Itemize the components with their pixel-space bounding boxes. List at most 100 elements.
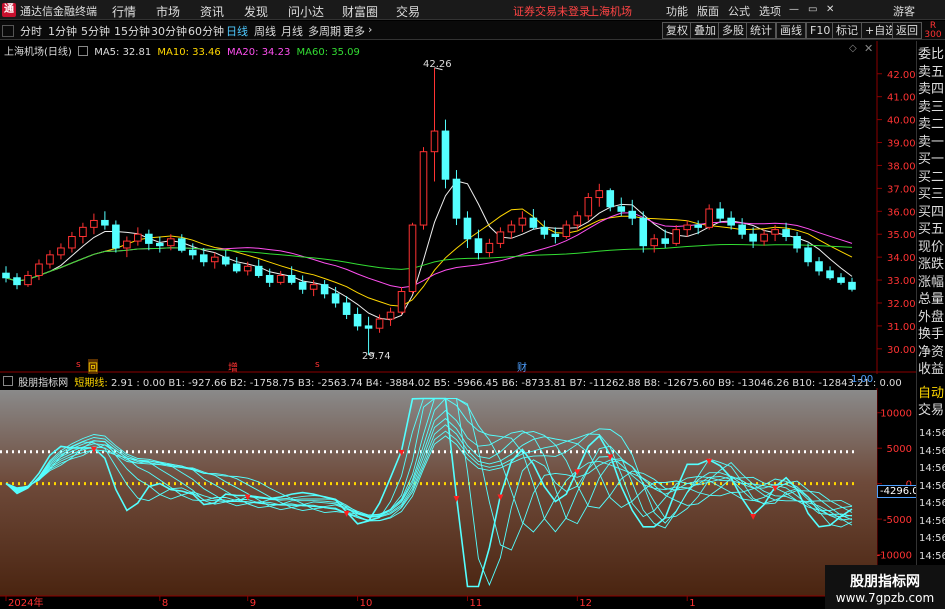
candle-body[interactable] bbox=[551, 233, 560, 238]
candle-body[interactable] bbox=[254, 265, 263, 276]
candle-body[interactable] bbox=[199, 254, 208, 263]
candle-body[interactable] bbox=[826, 270, 834, 279]
event-marker-huigou[interactable]: 回 bbox=[88, 359, 98, 374]
candle-body[interactable] bbox=[35, 263, 43, 276]
candle-body[interactable] bbox=[243, 265, 252, 272]
event-marker-dot2[interactable]: s bbox=[315, 360, 320, 370]
event-marker-dot[interactable]: s bbox=[76, 360, 81, 370]
candle-body[interactable] bbox=[650, 238, 659, 247]
candle-body[interactable] bbox=[134, 233, 142, 242]
candle-body[interactable] bbox=[331, 293, 340, 304]
candle-body[interactable] bbox=[24, 274, 32, 286]
candle-body[interactable] bbox=[496, 231, 505, 244]
candle-body[interactable] bbox=[661, 238, 670, 244]
candle-body[interactable] bbox=[793, 236, 801, 249]
candle-body[interactable] bbox=[815, 261, 823, 272]
candle-body[interactable] bbox=[2, 272, 10, 279]
side-bottom-0[interactable]: 自动 bbox=[917, 387, 945, 401]
diamond-icon[interactable]: ◇ bbox=[849, 43, 857, 54]
indicator-values: 2.91 : 0.00 B1: -927.66 B2: -1758.75 B3:… bbox=[110, 378, 902, 389]
kline-chart-area[interactable]: 42.00 41.00 40.00 39.00 38.00 37.00 36.00 35.00… bbox=[0, 0, 945, 609]
candle-body[interactable] bbox=[419, 151, 428, 226]
candle-body[interactable] bbox=[79, 226, 87, 238]
candle-body[interactable] bbox=[507, 224, 516, 233]
candle-body[interactable] bbox=[452, 178, 461, 219]
candle-body[interactable] bbox=[727, 217, 735, 226]
candle-body[interactable] bbox=[639, 217, 648, 247]
candle-body[interactable] bbox=[386, 311, 395, 320]
candle-body[interactable] bbox=[749, 233, 757, 242]
indicator-name[interactable]: 股朋指标网 bbox=[18, 378, 68, 389]
candle-body[interactable] bbox=[848, 281, 856, 290]
candle-body[interactable] bbox=[485, 242, 494, 254]
candle-body[interactable] bbox=[760, 233, 768, 242]
candle-body[interactable] bbox=[584, 197, 593, 217]
side-label-9: 买四 bbox=[917, 204, 944, 220]
candle-body[interactable] bbox=[210, 256, 219, 263]
candle-body[interactable] bbox=[13, 277, 21, 286]
candle-body[interactable] bbox=[276, 274, 285, 283]
panel-close-icon[interactable]: ✕ bbox=[864, 42, 873, 55]
side-bottom-1[interactable]: 交易 bbox=[917, 404, 945, 418]
candle-body[interactable] bbox=[518, 217, 527, 226]
candle-body[interactable] bbox=[167, 238, 175, 247]
candle-body[interactable] bbox=[101, 219, 109, 226]
candle-body[interactable] bbox=[562, 224, 571, 238]
event-marker-caibao[interactable]: 财 bbox=[517, 359, 527, 374]
candle-body[interactable] bbox=[287, 274, 296, 283]
candle-body[interactable] bbox=[309, 284, 318, 290]
candle-body[interactable] bbox=[573, 215, 582, 226]
side-label-15: 外盘 bbox=[917, 309, 944, 325]
candle-body[interactable] bbox=[738, 224, 746, 235]
candle-body[interactable] bbox=[68, 236, 76, 249]
side-time-0: 14:56 bbox=[919, 428, 945, 439]
candle-body[interactable] bbox=[529, 217, 538, 228]
candle-body[interactable] bbox=[177, 238, 186, 251]
candle-body[interactable] bbox=[232, 263, 241, 272]
candle-body[interactable] bbox=[672, 229, 681, 244]
candle-body[interactable] bbox=[221, 256, 230, 265]
event-marker-zengchi[interactable]: 增 bbox=[228, 359, 238, 374]
side-label-12: 涨跌 bbox=[917, 257, 944, 272]
side-time-4: 14:56 bbox=[919, 498, 945, 509]
candle-body[interactable] bbox=[694, 224, 702, 228]
candle-body[interactable] bbox=[364, 325, 373, 329]
candle-body[interactable] bbox=[320, 284, 329, 295]
candle-body[interactable] bbox=[112, 224, 120, 249]
candle-body[interactable] bbox=[342, 302, 351, 315]
candle-body[interactable] bbox=[397, 291, 406, 313]
candle-body[interactable] bbox=[683, 224, 691, 231]
candle-body[interactable] bbox=[145, 233, 153, 244]
candle-body[interactable] bbox=[782, 229, 790, 238]
side-label-14: 总量 bbox=[917, 292, 944, 307]
candle-body[interactable] bbox=[265, 274, 274, 283]
candle-body[interactable] bbox=[441, 130, 450, 180]
indicator-toggle-icon[interactable] bbox=[3, 376, 13, 386]
candle-body[interactable] bbox=[353, 313, 362, 327]
candle-body[interactable] bbox=[57, 247, 65, 256]
candle-body[interactable] bbox=[375, 318, 384, 329]
candle-body[interactable] bbox=[837, 277, 845, 283]
high-price-label: 42.26 bbox=[423, 59, 452, 70]
candle-body[interactable] bbox=[430, 130, 439, 153]
candle-body[interactable] bbox=[540, 226, 549, 235]
candle-body[interactable] bbox=[298, 281, 307, 290]
candle-body[interactable] bbox=[188, 249, 197, 256]
candle-body[interactable] bbox=[595, 190, 604, 199]
candle-body[interactable] bbox=[46, 254, 54, 265]
side-time-5: 14:56 bbox=[919, 515, 945, 527]
candle-body[interactable] bbox=[606, 190, 615, 208]
candle-body[interactable] bbox=[628, 210, 637, 219]
candle-body[interactable] bbox=[123, 240, 131, 249]
ma-toggle-icon[interactable] bbox=[78, 46, 88, 56]
candle-body[interactable] bbox=[716, 208, 724, 219]
candle-body[interactable] bbox=[463, 217, 472, 240]
candle-body[interactable] bbox=[90, 219, 98, 228]
candle-body[interactable] bbox=[705, 208, 713, 228]
candle-body[interactable] bbox=[474, 238, 483, 254]
candle-body[interactable] bbox=[771, 229, 779, 235]
candle-body[interactable] bbox=[804, 247, 812, 263]
candle-body[interactable] bbox=[617, 206, 626, 212]
candle-body[interactable] bbox=[156, 242, 164, 247]
candle-body[interactable] bbox=[408, 224, 417, 293]
